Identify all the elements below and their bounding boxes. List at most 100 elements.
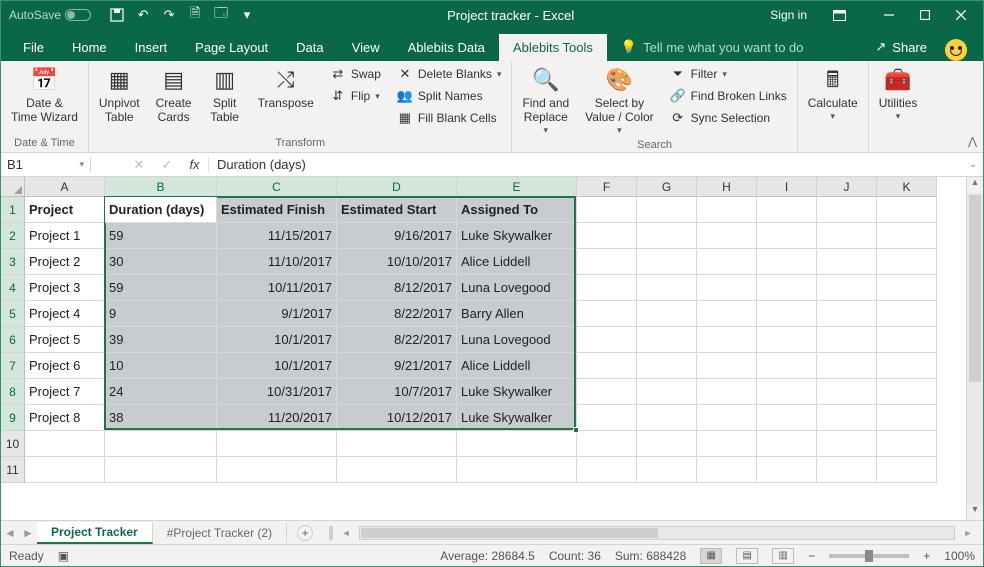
cell-D1[interactable]: Estimated Start [337, 197, 457, 223]
zoom-level[interactable]: 100% [944, 549, 975, 563]
spreadsheet-grid[interactable]: 1234567891011 ABCDEFGHIJK ProjectDuratio… [1, 177, 983, 520]
accept-formula-icon[interactable]: ✓ [153, 157, 181, 173]
view-page-break-icon[interactable]: ▥ [772, 548, 794, 564]
redo-icon[interactable]: ↷ [159, 5, 179, 25]
calculate-button[interactable]: 🖩Calculate [802, 63, 864, 123]
vertical-scroll-thumb[interactable] [969, 195, 981, 382]
cell-D11[interactable] [337, 457, 457, 483]
swap-button[interactable]: ⇄Swap [328, 65, 383, 83]
cell-F8[interactable] [577, 379, 637, 405]
cell-D7[interactable]: 9/21/2017 [337, 353, 457, 379]
cell-J2[interactable] [817, 223, 877, 249]
column-header-H[interactable]: H [697, 177, 757, 197]
cell-D5[interactable]: 8/22/2017 [337, 301, 457, 327]
cell-G4[interactable] [637, 275, 697, 301]
cell-H3[interactable] [697, 249, 757, 275]
cell-A9[interactable]: Project 8 [25, 405, 105, 431]
column-header-B[interactable]: B [105, 177, 217, 197]
horizontal-scrollbar[interactable]: ◄ ► [323, 526, 983, 540]
unpivot-table-button[interactable]: ▦Unpivot Table [93, 63, 146, 127]
cell-E3[interactable]: Alice Liddell [457, 249, 577, 275]
workbook-icon[interactable]: 🗔 [211, 5, 231, 25]
split-handle[interactable] [329, 526, 333, 540]
row-header-10[interactable]: 10 [1, 431, 25, 457]
cell-F11[interactable] [577, 457, 637, 483]
filter-button[interactable]: ⏷Filter [668, 65, 789, 83]
flip-button[interactable]: ⇵Flip [328, 87, 383, 105]
utilities-button[interactable]: 🧰Utilities [873, 63, 924, 123]
cell-A3[interactable]: Project 2 [25, 249, 105, 275]
cell-B2[interactable]: 59 [105, 223, 217, 249]
vertical-scrollbar[interactable]: ▲ ▼ [966, 177, 983, 520]
cell-I6[interactable] [757, 327, 817, 353]
column-header-J[interactable]: J [817, 177, 877, 197]
maximize-button[interactable] [907, 1, 943, 29]
cell-J7[interactable] [817, 353, 877, 379]
formula-input[interactable]: Duration (days) [209, 157, 963, 172]
cell-A7[interactable]: Project 6 [25, 353, 105, 379]
cell-C3[interactable]: 11/10/2017 [217, 249, 337, 275]
select-by-value-button[interactable]: 🎨Select by Value / Color [579, 63, 659, 137]
cell-C9[interactable]: 11/20/2017 [217, 405, 337, 431]
column-header-K[interactable]: K [877, 177, 937, 197]
cell-E11[interactable] [457, 457, 577, 483]
sheet-tab-active[interactable]: Project Tracker [37, 522, 153, 544]
split-names-button[interactable]: 👥Split Names [395, 87, 504, 105]
select-all-corner[interactable] [1, 177, 25, 197]
cell-H7[interactable] [697, 353, 757, 379]
cell-B7[interactable]: 10 [105, 353, 217, 379]
cell-H9[interactable] [697, 405, 757, 431]
cell-F7[interactable] [577, 353, 637, 379]
cell-I9[interactable] [757, 405, 817, 431]
expand-formula-bar-icon[interactable]: ⌄ [963, 159, 983, 170]
tab-insert[interactable]: Insert [121, 34, 182, 61]
cell-H2[interactable] [697, 223, 757, 249]
cell-E8[interactable]: Luke Skywalker [457, 379, 577, 405]
cell-H10[interactable] [697, 431, 757, 457]
cell-J11[interactable] [817, 457, 877, 483]
cell-B9[interactable]: 38 [105, 405, 217, 431]
cell-B4[interactable]: 59 [105, 275, 217, 301]
tab-ablebits-tools[interactable]: Ablebits Tools [499, 34, 607, 61]
cell-C1[interactable]: Estimated Finish [217, 197, 337, 223]
sheet-nav-next-icon[interactable]: ► [19, 526, 37, 540]
undo-icon[interactable]: ↶ [133, 5, 153, 25]
cell-A1[interactable]: Project [25, 197, 105, 223]
cell-B5[interactable]: 9 [105, 301, 217, 327]
row-header-9[interactable]: 9 [1, 405, 25, 431]
tab-view[interactable]: View [338, 34, 394, 61]
cell-K8[interactable] [877, 379, 937, 405]
tab-file[interactable]: File [9, 34, 58, 61]
cell-I4[interactable] [757, 275, 817, 301]
cell-J3[interactable] [817, 249, 877, 275]
cell-K1[interactable] [877, 197, 937, 223]
cell-B11[interactable] [105, 457, 217, 483]
cell-A8[interactable]: Project 7 [25, 379, 105, 405]
cell-K9[interactable] [877, 405, 937, 431]
cancel-formula-icon[interactable]: ✕ [125, 157, 153, 173]
share-button[interactable]: ↗ Share [865, 33, 937, 61]
cell-C8[interactable]: 10/31/2017 [217, 379, 337, 405]
row-header-2[interactable]: 2 [1, 223, 25, 249]
cell-E1[interactable]: Assigned To [457, 197, 577, 223]
view-normal-icon[interactable]: ▦ [700, 548, 722, 564]
column-header-F[interactable]: F [577, 177, 637, 197]
cell-D2[interactable]: 9/16/2017 [337, 223, 457, 249]
cell-H1[interactable] [697, 197, 757, 223]
cell-E6[interactable]: Luna Lovegood [457, 327, 577, 353]
delete-blanks-button[interactable]: ✕Delete Blanks [395, 65, 504, 83]
sheet-tab-inactive[interactable]: #Project Tracker (2) [153, 523, 287, 543]
row-header-11[interactable]: 11 [1, 457, 25, 483]
cell-K4[interactable] [877, 275, 937, 301]
cell-I2[interactable] [757, 223, 817, 249]
cell-B6[interactable]: 39 [105, 327, 217, 353]
column-header-C[interactable]: C [217, 177, 337, 197]
cell-F3[interactable] [577, 249, 637, 275]
transpose-button[interactable]: ⤭Transpose [252, 63, 320, 113]
save-icon[interactable] [107, 5, 127, 25]
tab-data[interactable]: Data [282, 34, 337, 61]
cell-C2[interactable]: 11/15/2017 [217, 223, 337, 249]
cell-G3[interactable] [637, 249, 697, 275]
cell-A11[interactable] [25, 457, 105, 483]
cell-B10[interactable] [105, 431, 217, 457]
